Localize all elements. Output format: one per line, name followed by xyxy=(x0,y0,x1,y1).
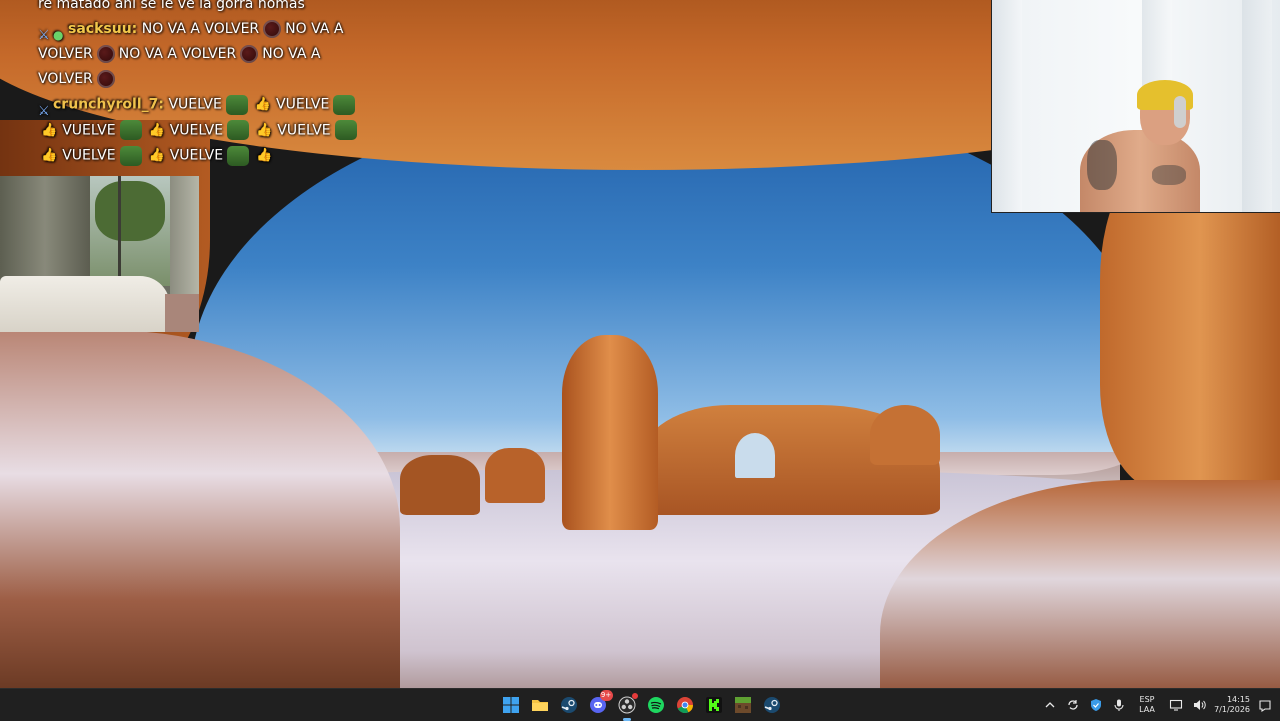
sync-icon[interactable] xyxy=(1065,697,1081,713)
globe-badge-icon: ● xyxy=(53,28,64,42)
room-webcam-feed xyxy=(0,176,199,332)
chat-text: VOLVER xyxy=(38,46,93,62)
spotify-icon xyxy=(647,697,664,713)
input-language-indicator[interactable]: ESP LAA xyxy=(1134,695,1160,715)
chat-text: VUELVE xyxy=(168,96,222,113)
cam-curtain xyxy=(0,176,90,286)
chat-text: NO VA A xyxy=(262,46,321,62)
streamer-webcam-feed xyxy=(991,0,1280,213)
chat-message: ⚔ ● sacksuu: NO VA A VOLVER NO VA A xyxy=(38,17,368,43)
desktop: re matado ahi se le ve la gorra nomas ⚔ ●… xyxy=(0,0,1280,688)
steam-button[interactable] xyxy=(557,693,581,717)
emote-icon xyxy=(96,45,115,63)
pepe-emote-icon xyxy=(227,145,250,166)
recording-indicator-icon xyxy=(631,693,638,699)
wallpaper-rock xyxy=(400,455,480,515)
pepe-emote-icon xyxy=(334,120,357,140)
minecraft-button[interactable] xyxy=(731,693,755,717)
chat-message: re matado ahi se le ve la gorra nomas xyxy=(38,0,305,12)
taskbar-apps: 9+ xyxy=(496,689,786,721)
wallpaper-rock-turret xyxy=(562,335,658,530)
pepe-emote-icon xyxy=(225,94,248,115)
start-button[interactable] xyxy=(499,693,523,717)
thumbs-up-emoji-icon: 👍 xyxy=(256,122,273,138)
emote-icon xyxy=(96,70,115,88)
steam-icon xyxy=(763,697,780,713)
display-icon[interactable] xyxy=(1168,697,1184,713)
pepe-emote-icon xyxy=(333,94,356,115)
chat-text: NO VA A VOLVER xyxy=(118,46,237,62)
chat-text: NO VA A xyxy=(285,21,344,37)
chat-message-continued: 👍 VUELVE 👍 VUELVE 👍 VUELVE xyxy=(38,118,368,144)
keyboard-layout-code: LAA xyxy=(1139,705,1155,714)
thumbs-up-emoji-icon: 👍 xyxy=(41,122,58,138)
minecraft-icon xyxy=(734,697,751,713)
streamer-tattoo xyxy=(1152,165,1186,185)
show-hidden-icons-chevron-up-icon[interactable] xyxy=(1042,697,1058,713)
file-explorer-button[interactable] xyxy=(528,693,552,717)
system-tray: ESP LAA 14:15 7/1/2026 xyxy=(1038,689,1280,721)
thumbs-up-emoji-icon: 👍 xyxy=(256,148,273,163)
kick-icon xyxy=(705,697,722,713)
folder-icon xyxy=(531,700,548,711)
chat-text: VUELVE xyxy=(277,122,331,138)
taskbar: 9+ ESP LAA 14:15 7/1/2026 xyxy=(0,688,1280,721)
language-code: ESP xyxy=(1139,695,1155,704)
cam-bed xyxy=(0,276,170,332)
obs-button[interactable] xyxy=(615,693,639,721)
cam-nightstand xyxy=(165,294,199,332)
chrome-button[interactable] xyxy=(673,693,697,717)
kick-button[interactable] xyxy=(702,693,726,717)
pepe-emote-icon xyxy=(227,120,250,140)
sword-badge-icon: ⚔ xyxy=(38,28,50,43)
steam-icon xyxy=(560,697,577,713)
streamer-tattoo xyxy=(1087,140,1117,190)
chat-message-continued: VOLVER NO VA A VOLVER NO VA A xyxy=(38,42,368,67)
thumbs-up-emoji-icon: 👍 xyxy=(254,97,271,112)
clock-date: 7/1/2026 xyxy=(1214,705,1250,714)
thumbs-up-emoji-icon: 👍 xyxy=(148,122,165,138)
wallpaper-rock xyxy=(485,448,545,503)
chat-text: VUELVE xyxy=(276,96,330,113)
chat-text: VUELVE xyxy=(169,147,224,164)
clock-time: 14:15 xyxy=(1226,695,1250,704)
spotify-button[interactable] xyxy=(644,693,668,717)
emote-icon xyxy=(263,20,282,38)
security-shield-icon[interactable] xyxy=(1088,697,1104,713)
chat-text: VUELVE xyxy=(62,122,116,138)
wallpaper-arch-hole xyxy=(735,433,775,478)
volume-icon[interactable] xyxy=(1191,697,1207,713)
emote-icon xyxy=(240,45,259,63)
chat-text: VOLVER xyxy=(38,71,93,87)
streamer-headphones xyxy=(1174,96,1186,128)
taskbar-clock[interactable]: 14:15 7/1/2026 xyxy=(1212,695,1250,715)
chat-text: VUELVE xyxy=(169,122,224,138)
thumbs-up-emoji-icon: 👍 xyxy=(148,148,165,163)
pepe-emote-icon xyxy=(119,120,142,140)
stream-chat-overlay: re matado ahi se le ve la gorra nomas ⚔ ●… xyxy=(38,0,368,169)
pepe-emote-icon xyxy=(119,145,142,166)
chat-message-continued: 👍 VUELVE 👍 VUELVE 👍 xyxy=(38,143,368,169)
wallpaper-rock xyxy=(870,405,940,465)
chat-username: sacksuu: xyxy=(68,21,138,37)
chat-text: NO VA A VOLVER xyxy=(141,21,260,37)
chat-message: ⚔ crunchyroll_7: VUELVE 👍 VUELVE xyxy=(38,92,368,119)
cam-tree xyxy=(95,181,165,241)
cam-curtain xyxy=(992,0,1022,212)
steam-button-2[interactable] xyxy=(760,693,784,717)
cam-curtain xyxy=(1242,0,1272,212)
chat-text: VUELVE xyxy=(62,147,116,164)
cam-window-frame xyxy=(118,176,121,286)
chat-message-continued: VOLVER xyxy=(38,67,368,92)
chat-username: crunchyroll_7: xyxy=(53,96,164,113)
windows-start-icon xyxy=(502,697,519,713)
discord-button[interactable]: 9+ xyxy=(586,690,613,717)
sword-badge-icon: ⚔ xyxy=(38,103,50,119)
notification-bell-icon[interactable] xyxy=(1258,698,1272,713)
notification-count-badge: 9+ xyxy=(599,690,613,701)
chrome-icon xyxy=(676,697,693,714)
microphone-icon[interactable] xyxy=(1111,697,1127,713)
thumbs-up-emoji-icon: 👍 xyxy=(41,148,58,163)
